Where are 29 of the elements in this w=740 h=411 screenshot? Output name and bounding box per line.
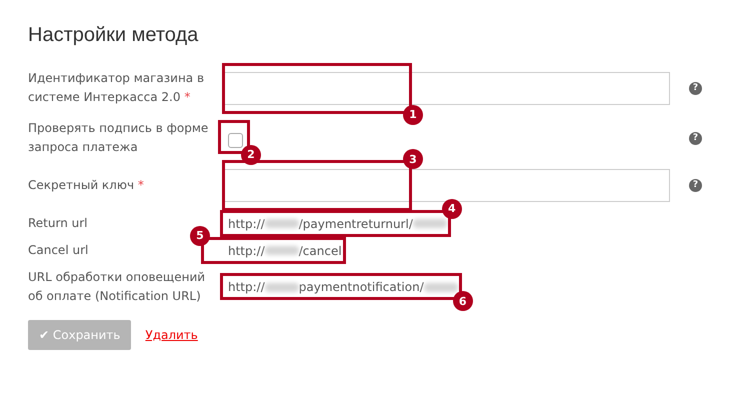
text-field[interactable] xyxy=(222,72,670,104)
url-text: http:// xyxy=(228,216,265,230)
help-icon[interactable]: ? xyxy=(689,132,702,144)
checkbox[interactable] xyxy=(228,132,243,148)
field-label: Return url xyxy=(28,215,89,232)
delete-link[interactable]: Удалить xyxy=(145,328,198,342)
url-text: /cancel xyxy=(298,244,342,258)
field-label: Идентификатор магазина в системе Интеркасса 2.0 * xyxy=(28,70,206,106)
callout-number: 5 xyxy=(190,226,210,246)
field-label: URL обработки оповещений об оплате (Notification URL) xyxy=(28,269,206,305)
blurred-text xyxy=(264,282,299,292)
callout-number: 1 xyxy=(403,104,423,124)
field-label: Секретный ключ * xyxy=(28,177,145,194)
field-label: Cancel url xyxy=(28,242,90,259)
blurred-text xyxy=(412,219,447,228)
url-text: http:// xyxy=(228,244,265,258)
blurred-text xyxy=(264,219,299,228)
callout-number: 6 xyxy=(452,291,473,311)
help-icon[interactable]: ? xyxy=(689,82,702,94)
url-text: paymentnotification/ xyxy=(298,280,424,294)
url-text: http:// xyxy=(228,280,265,294)
page-title: Настройки метода xyxy=(28,24,200,47)
field-label: Проверять подпись в форме запроса платежа xyxy=(28,120,210,156)
url-text: /paymentreturnurl/ xyxy=(298,216,413,230)
help-icon[interactable]: ? xyxy=(689,179,702,192)
callout-number: 3 xyxy=(403,149,423,169)
blurred-text xyxy=(424,282,458,292)
blurred-text xyxy=(264,246,299,255)
text-field[interactable] xyxy=(222,169,670,202)
